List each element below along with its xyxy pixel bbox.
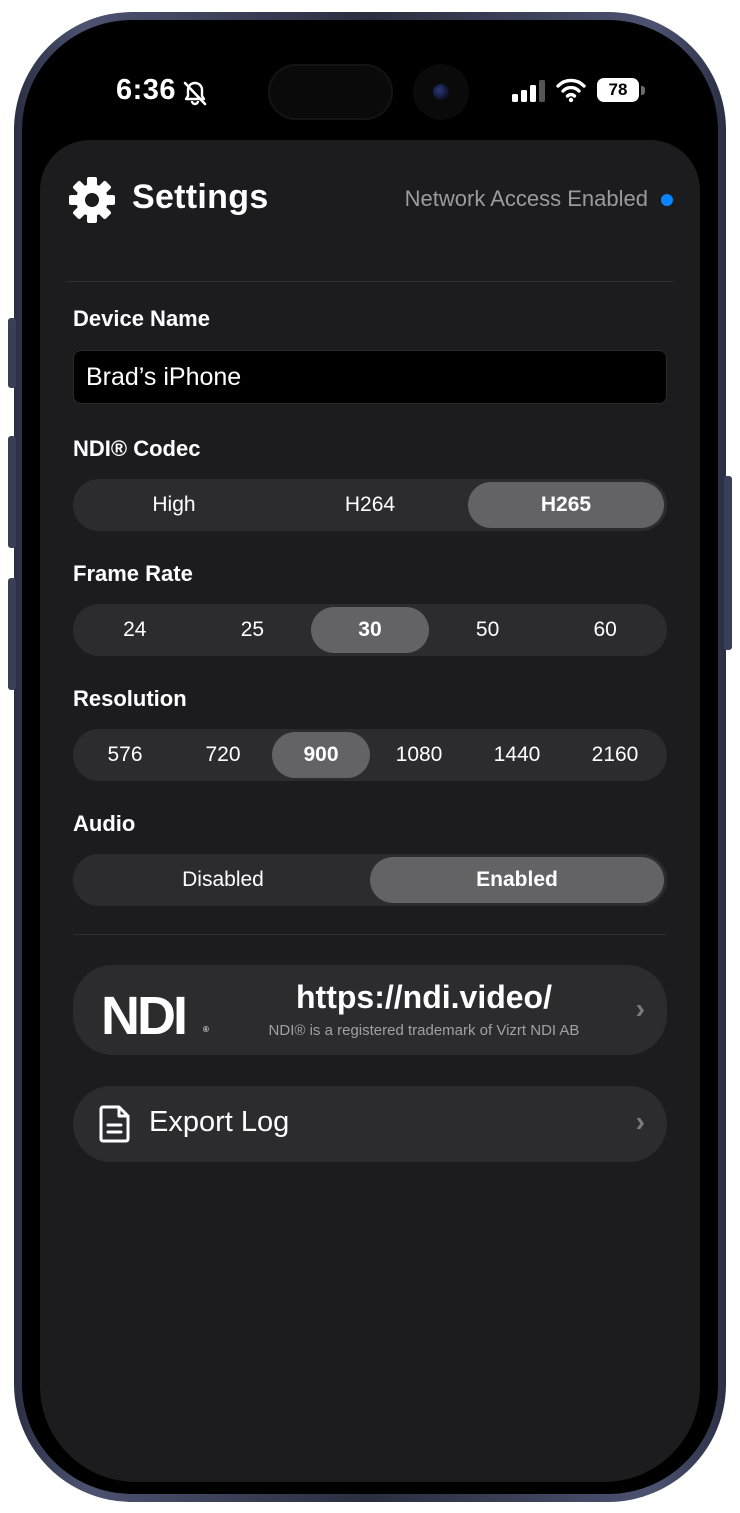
ndi-logo-registered-mark: ® [203, 1025, 209, 1034]
codec-segmented-control: High H264 H265 [73, 479, 667, 531]
export-log-label: Export Log [149, 1106, 290, 1138]
cellular-signal-icon [512, 80, 545, 102]
codec-option-h264[interactable]: H264 [272, 482, 468, 528]
resolution-option-1080[interactable]: 1080 [370, 732, 468, 778]
ndi-link-card[interactable]: NDI ® https://ndi.video/ NDI® is a regis… [73, 965, 667, 1055]
frame-rate-option-50[interactable]: 50 [429, 607, 547, 653]
dynamic-island [268, 64, 393, 120]
wifi-icon [556, 78, 586, 103]
document-icon [99, 1105, 130, 1143]
resolution-option-720[interactable]: 720 [174, 732, 272, 778]
resolution-option-900[interactable]: 900 [272, 732, 370, 778]
resolution-option-576[interactable]: 576 [76, 732, 174, 778]
frame-rate-option-60[interactable]: 60 [546, 607, 664, 653]
audio-option-enabled[interactable]: Enabled [370, 857, 664, 903]
volume-up-button [8, 436, 16, 548]
battery-tip [641, 86, 645, 95]
page-title: Settings [132, 178, 269, 216]
front-camera [413, 64, 469, 120]
chevron-right-icon: › [635, 1106, 645, 1137]
volume-down-button [8, 578, 16, 690]
frame-rate-segmented-control: 24 25 30 50 60 [73, 604, 667, 656]
codec-option-h265[interactable]: H265 [468, 482, 664, 528]
codec-option-high[interactable]: High [76, 482, 272, 528]
bell-slash-icon [183, 81, 207, 106]
audio-segmented-control: Disabled Enabled [73, 854, 667, 906]
settings-sheet: Settings Network Access Enabled Device N… [40, 140, 700, 1482]
resolution-option-2160[interactable]: 2160 [566, 732, 664, 778]
frame-rate-option-24[interactable]: 24 [76, 607, 194, 653]
network-status-dot [661, 194, 673, 206]
status-time: 6:36 [116, 74, 177, 106]
device-name-field[interactable]: Brad’s iPhone [73, 350, 667, 404]
codec-label: NDI® Codec [73, 436, 201, 461]
audio-label: Audio [73, 811, 136, 836]
audio-option-disabled[interactable]: Disabled [76, 857, 370, 903]
resolution-option-1440[interactable]: 1440 [468, 732, 566, 778]
ndi-trademark-note: NDI® is a registered trademark of Vizrt … [268, 1022, 580, 1039]
status-bar: 6:36 78 [40, 30, 700, 140]
export-log-button[interactable]: Export Log › [73, 1086, 667, 1162]
frame-rate-option-30[interactable]: 30 [311, 607, 429, 653]
resolution-label: Resolution [73, 686, 187, 711]
action-button [8, 318, 16, 388]
device-name-label: Device Name [73, 306, 210, 331]
network-status-label: Network Access Enabled [404, 186, 648, 211]
settings-header: Settings Network Access Enabled [40, 140, 700, 250]
screen: 6:36 78 Settings Network Access Enabled … [40, 30, 700, 1482]
ndi-url[interactable]: https://ndi.video/ [249, 979, 599, 1016]
battery-icon: 78 [597, 78, 639, 102]
power-button [724, 476, 732, 650]
header-divider [66, 281, 674, 282]
chevron-right-icon: › [635, 993, 645, 1024]
section-divider [73, 934, 667, 935]
frame-rate-label: Frame Rate [73, 561, 193, 586]
ndi-logo: NDI [101, 986, 188, 1046]
gear-icon [69, 177, 115, 223]
frame-rate-option-25[interactable]: 25 [194, 607, 312, 653]
resolution-segmented-control: 576 720 900 1080 1440 2160 [73, 729, 667, 781]
